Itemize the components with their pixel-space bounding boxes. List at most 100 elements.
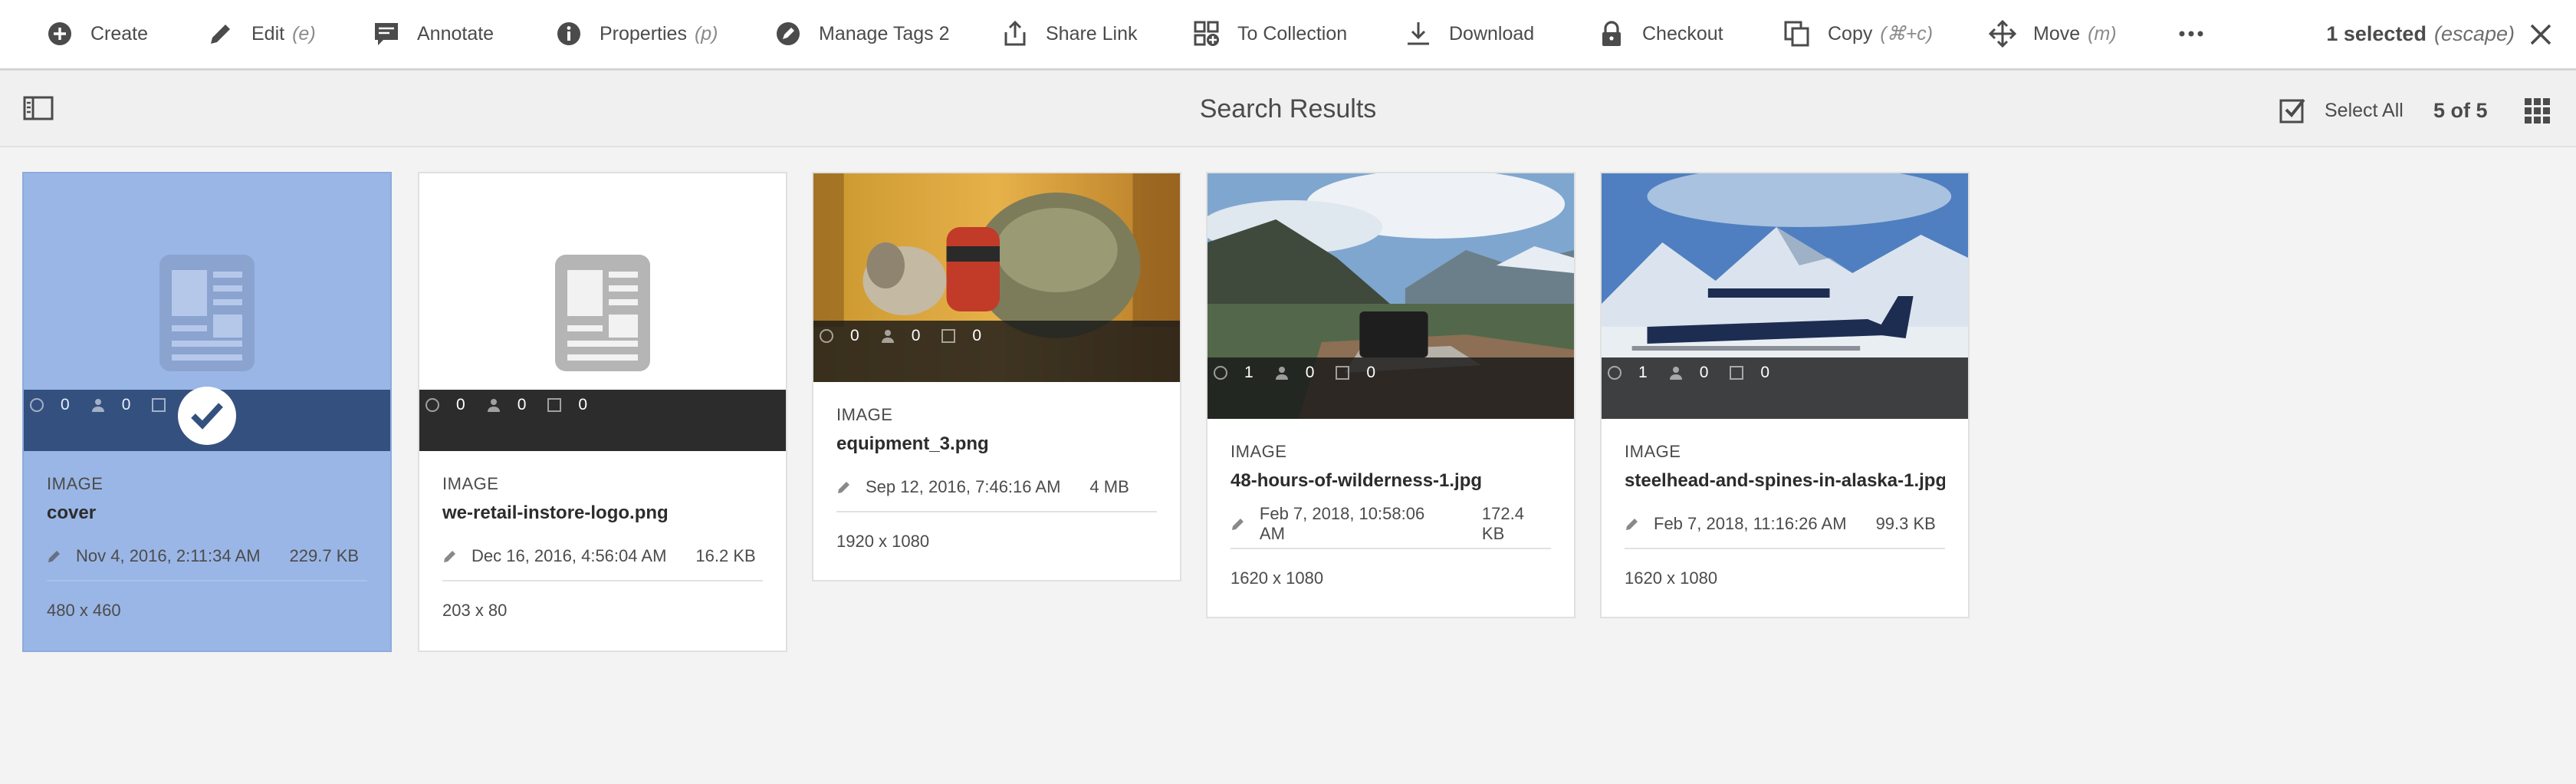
copy-label: Copy	[1828, 22, 1873, 44]
manage-tags-label: Manage Tags 2	[819, 22, 950, 44]
version-count: 0	[546, 396, 587, 414]
add-circle-icon	[48, 22, 71, 45]
checkout-button[interactable]: Checkout	[1598, 0, 1723, 68]
version-icon	[152, 398, 166, 412]
comment-count: 0	[818, 327, 859, 345]
page-title: Search Results	[1199, 94, 1377, 124]
asset-type: IMAGE	[442, 474, 499, 493]
document-icon	[159, 255, 255, 371]
selection-escape-hint: (escape)	[2433, 21, 2515, 45]
file-size: 4 MB	[1089, 477, 1129, 496]
asset-type: IMAGE	[47, 474, 104, 493]
version-count: 0	[1728, 364, 1769, 382]
select-all-button[interactable]: Select All	[2279, 97, 2404, 124]
asset-name: cover	[47, 502, 97, 523]
view-count-value: 0	[517, 396, 527, 413]
user-icon	[881, 330, 894, 343]
file-size: 229.7 KB	[289, 546, 360, 565]
rail-toggle-icon[interactable]	[23, 96, 54, 120]
version-count-value: 0	[972, 327, 982, 344]
asset-dimensions: 1620 x 1080	[1625, 568, 1718, 588]
view-count: 0	[1273, 364, 1315, 382]
asset-card-steelhead-and-spines-in-alaska[interactable]: 1 0 0 IMAGE steelhead-and-spines-in-alas…	[1600, 172, 1970, 618]
view-count: 0	[485, 396, 527, 414]
collection-add-icon	[1194, 21, 1219, 46]
modified-date: Feb 7, 2018, 10:58:06 AM	[1259, 504, 1425, 543]
lock-icon	[1602, 21, 1621, 46]
asset-name: steelhead-and-spines-in-alaska-1.jpg	[1625, 470, 1945, 491]
pencil-icon	[838, 482, 849, 493]
version-icon	[1336, 366, 1350, 380]
pencil-icon	[1231, 519, 1244, 530]
comment-icon	[30, 398, 44, 412]
modified-date: Dec 16, 2016, 4:56:04 AM	[472, 546, 667, 565]
asset-dimensions: 203 x 80	[442, 601, 508, 620]
file-size: 16.2 KB	[695, 546, 756, 565]
comment-count-value: 0	[456, 396, 465, 413]
properties-shortcut: (p)	[694, 22, 718, 44]
asset-thumbnail: 1 0 0	[1602, 173, 1968, 419]
edit-shortcut: (e)	[292, 22, 316, 44]
asset-thumbnail: 1 0 0	[1208, 173, 1574, 419]
copy-icon	[1784, 21, 1809, 47]
checkbox-icon	[2279, 98, 2305, 124]
comment-icon	[375, 23, 398, 45]
view-count-value: 0	[1305, 364, 1315, 381]
asset-thumbnail: 0 0	[24, 173, 390, 451]
comment-icon	[426, 398, 439, 412]
results-count: 5 of 5	[2433, 99, 2488, 122]
modified-date: Nov 4, 2016, 2:11:34 AM	[76, 546, 261, 565]
asset-name: equipment_3.png	[836, 433, 989, 454]
asset-stats-bar: 1 0 0	[1208, 357, 1574, 419]
comment-count-value: 1	[1638, 364, 1648, 381]
asset-modified: Nov 4, 2016, 2:11:34 AM 229.7 KB	[47, 543, 367, 569]
view-count: 0	[879, 327, 920, 345]
version-icon	[941, 329, 956, 343]
version-count-value: 0	[578, 396, 588, 413]
move-button[interactable]: Move (m)	[1989, 0, 2117, 68]
pencil-icon	[211, 25, 230, 44]
view-count: 0	[90, 396, 130, 414]
title-bar: Search Results Select All 5 of 5	[0, 71, 2576, 147]
asset-modified: Feb 7, 2018, 10:58:06 AM 172.4 KB	[1230, 504, 1551, 543]
share-link-button[interactable]: Share Link	[1001, 0, 1138, 68]
asset-card-48-hours-of-wilderness[interactable]: 1 0 0 IMAGE 48-hours-of-wilderness-1.jpg…	[1206, 172, 1576, 618]
comment-count: 0	[424, 396, 465, 414]
move-shortcut: (m)	[2088, 22, 2117, 44]
share-icon	[1004, 20, 1026, 46]
asset-card-we-retail-instore-logo[interactable]: 0 0 0 IMAGE we-retail-instore-logo.png D…	[418, 172, 787, 652]
comment-count: 0	[28, 396, 70, 414]
copy-shortcut: (⌘+c)	[1880, 23, 1934, 44]
annotate-label: Annotate	[417, 22, 495, 44]
comment-count: 1	[1606, 364, 1648, 382]
user-icon	[487, 399, 500, 412]
annotate-button[interactable]: Annotate	[373, 0, 494, 68]
asset-thumbnail: 0 0 0	[419, 173, 786, 451]
asset-thumbnail: 0 0 0	[813, 173, 1180, 382]
comment-count-value: 1	[1244, 364, 1254, 381]
close-icon[interactable]	[2527, 21, 2555, 48]
card-view-icon[interactable]	[2523, 97, 2551, 124]
asset-card-cover[interactable]: 0 0 IMAGE cover Nov 4, 2016, 2:11:34 AM …	[22, 172, 392, 652]
properties-button[interactable]: Properties (p)	[555, 0, 718, 68]
modified-date: Sep 12, 2016, 7:46:16 AM	[866, 477, 1061, 496]
edit-label: Edit	[251, 22, 285, 44]
comment-count: 1	[1212, 364, 1254, 382]
download-button[interactable]: Download	[1405, 0, 1534, 68]
more-actions-button[interactable]	[2177, 0, 2222, 68]
version-count: 0	[1334, 364, 1375, 382]
asset-modified: Dec 16, 2016, 4:56:04 AM 16.2 KB	[442, 543, 763, 569]
file-size: 99.3 KB	[1875, 514, 1936, 533]
to-collection-button[interactable]: To Collection	[1193, 0, 1347, 68]
asset-type: IMAGE	[836, 405, 893, 424]
asset-card-equipment-3[interactable]: 0 0 0 IMAGE equipment_3.png Sep 12, 2016…	[812, 172, 1181, 581]
version-count-value: 0	[1760, 364, 1770, 381]
create-button[interactable]: Create	[46, 0, 148, 68]
pencil-icon	[444, 551, 455, 562]
copy-button[interactable]: Copy (⌘+c)	[1783, 0, 1933, 68]
edit-button[interactable]: Edit (e)	[207, 0, 316, 68]
checkout-label: Checkout	[1642, 22, 1723, 44]
manage-tags-button[interactable]: Manage Tags 2	[774, 0, 950, 68]
create-label: Create	[90, 22, 149, 44]
checkmark-icon[interactable]	[178, 387, 236, 445]
